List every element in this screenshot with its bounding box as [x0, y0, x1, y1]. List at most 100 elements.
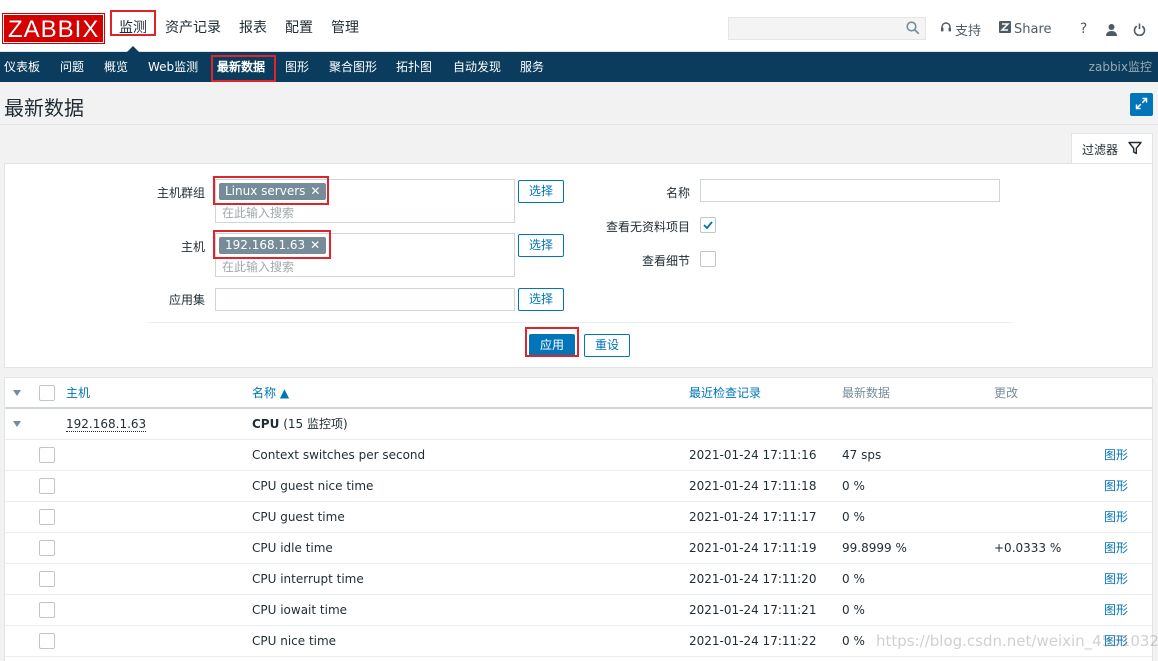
show-without-data-checkbox[interactable]	[700, 217, 716, 233]
col-host[interactable]: 主机	[66, 378, 90, 409]
table-row: CPU idle time 2021-01-24 17:11:19 99.8999 …	[5, 533, 1152, 564]
expand-icon	[1135, 97, 1148, 113]
item-last-check: 2021-01-24 17:11:17	[689, 510, 817, 524]
show-details-checkbox[interactable]	[700, 251, 716, 267]
application-group-row: 192.168.1.63 CPU (15 监控项)	[5, 409, 1152, 440]
table-row: CPU iowait time 2021-01-24 17:11:21 0 % 图形	[5, 595, 1152, 626]
menu-configuration[interactable]: 配置	[276, 0, 322, 52]
support-link[interactable]: 支持	[940, 20, 981, 39]
graph-link[interactable]: 图形	[1104, 626, 1128, 657]
item-last-value: 0 %	[842, 603, 865, 617]
host-group-multiselect[interactable]: Linux servers ✕ 在此输入搜索	[215, 179, 515, 223]
host-label: 主机	[180, 240, 205, 254]
host-multiselect[interactable]: 192.168.1.63 ✕ 在此输入搜索	[215, 233, 515, 277]
search-icon[interactable]	[906, 21, 920, 35]
item-name: CPU guest time	[252, 510, 345, 524]
table-header-row: 主机 名称 ▲ 最近检查记录 最新数据 更改	[5, 378, 1152, 409]
submenu-problems[interactable]: 问题	[60, 52, 84, 82]
menu-reports[interactable]: 报表	[230, 0, 276, 52]
collapse-group-icon[interactable]	[13, 421, 21, 427]
filter-funnel-icon	[1118, 141, 1142, 158]
submenu-overview[interactable]: 概览	[104, 52, 128, 82]
host-group-chip-label: Linux servers	[225, 184, 306, 198]
application-select-button[interactable]: 选择	[518, 288, 565, 311]
checkmark-icon	[703, 221, 713, 230]
submenu-web[interactable]: Web监测	[148, 52, 198, 82]
host-group-placeholder: 在此输入搜索	[222, 206, 295, 220]
server-name: zabbix监控	[1088, 60, 1152, 74]
application-input[interactable]	[215, 288, 515, 311]
submenu-maps[interactable]: 拓扑图	[396, 52, 432, 82]
filter-tab[interactable]: 过滤器	[1071, 133, 1153, 164]
sub-menu: 仪表板 问题 概览 Web监测 最新数据 图形 聚合图形 拓扑图 自动发现 服务…	[0, 52, 1158, 82]
row-checkbox[interactable]	[39, 447, 55, 463]
latest-data-table: 主机 名称 ▲ 最近检查记录 最新数据 更改 192.168.1.63 CPU …	[4, 377, 1153, 661]
row-checkbox[interactable]	[39, 602, 55, 618]
table-row: CPU nice time 2021-01-24 17:11:22 0 % 图形	[5, 626, 1152, 657]
host-select-button[interactable]: 选择	[518, 234, 565, 257]
submenu-dashboard[interactable]: 仪表板	[4, 52, 40, 82]
collapse-all-icon[interactable]	[13, 390, 21, 396]
menu-inventory[interactable]: 资产记录	[156, 0, 230, 52]
name-input[interactable]	[700, 179, 1000, 202]
share-link[interactable]: Share	[999, 21, 1052, 37]
app-name: CPU	[252, 417, 280, 431]
reset-button[interactable]: 重设	[584, 334, 631, 357]
select-all-checkbox[interactable]	[39, 385, 55, 401]
row-checkbox[interactable]	[39, 509, 55, 525]
item-last-value: 0 %	[842, 572, 865, 586]
help-icon[interactable]: ?	[1070, 21, 1098, 37]
graph-link[interactable]: 图形	[1104, 502, 1128, 533]
global-search	[728, 17, 926, 40]
menu-administration[interactable]: 管理	[322, 0, 368, 52]
item-change: +0.0333 %	[994, 541, 1062, 555]
menu-monitoring[interactable]: 监测	[110, 0, 156, 52]
row-checkbox[interactable]	[39, 571, 55, 587]
fullscreen-button[interactable]	[1130, 93, 1153, 116]
host-chip: 192.168.1.63 ✕	[219, 237, 327, 254]
col-name[interactable]: 名称 ▲	[252, 378, 289, 409]
filter-divider	[148, 322, 1012, 323]
item-name: CPU idle time	[252, 541, 333, 555]
row-checkbox[interactable]	[39, 540, 55, 556]
row-checkbox[interactable]	[39, 478, 55, 494]
host-group-select-button[interactable]: 选择	[518, 180, 565, 203]
submenu-graphs[interactable]: 图形	[285, 52, 309, 82]
header-tools: 支持 Share ?	[940, 18, 1154, 40]
remove-chip-icon[interactable]: ✕	[310, 184, 320, 198]
submenu-discovery[interactable]: 自动发现	[453, 52, 501, 82]
item-last-value: 99.8999 %	[842, 541, 907, 555]
application-label: 应用集	[168, 293, 205, 307]
user-profile-icon[interactable]	[1098, 23, 1126, 36]
item-last-check: 2021-01-24 17:11:19	[689, 541, 817, 555]
col-last-check[interactable]: 最近检查记录	[689, 378, 761, 409]
graph-link[interactable]: 图形	[1104, 595, 1128, 626]
table-row: CPU guest time 2021-01-24 17:11:17 0 % 图形	[5, 502, 1152, 533]
search-input[interactable]	[729, 18, 899, 39]
submenu-latest-data[interactable]: 最新数据	[217, 52, 265, 82]
item-last-check: 2021-01-24 17:11:22	[689, 634, 817, 648]
submenu-services[interactable]: 服务	[520, 52, 544, 82]
item-last-check: 2021-01-24 17:11:16	[689, 448, 817, 462]
item-name: Context switches per second	[252, 448, 426, 462]
item-name: CPU nice time	[252, 634, 337, 648]
remove-chip-icon[interactable]: ✕	[310, 238, 320, 252]
name-label: 名称	[665, 186, 690, 200]
item-last-check: 2021-01-24 17:11:20	[689, 572, 817, 586]
title-divider	[0, 124, 1158, 125]
item-last-check: 2021-01-24 17:11:21	[689, 603, 817, 617]
graph-link[interactable]: 图形	[1104, 533, 1128, 564]
graph-link[interactable]: 图形	[1104, 564, 1128, 595]
item-last-value: 47 sps	[842, 448, 882, 462]
apply-button[interactable]: 应用	[529, 334, 576, 357]
logout-icon[interactable]	[1126, 23, 1154, 36]
item-name: CPU interrupt time	[252, 572, 364, 586]
host-link[interactable]: 192.168.1.63	[66, 417, 147, 432]
top-header: ZABBIX 监测 资产记录 报表 配置 管理 支持 Share ?	[0, 0, 1158, 52]
support-label: 支持	[955, 23, 982, 39]
graph-link[interactable]: 图形	[1104, 440, 1128, 471]
zabbix-logo[interactable]: ZABBIX	[1, 13, 106, 44]
graph-link[interactable]: 图形	[1104, 471, 1128, 502]
row-checkbox[interactable]	[39, 633, 55, 649]
submenu-screens[interactable]: 聚合图形	[329, 52, 377, 82]
